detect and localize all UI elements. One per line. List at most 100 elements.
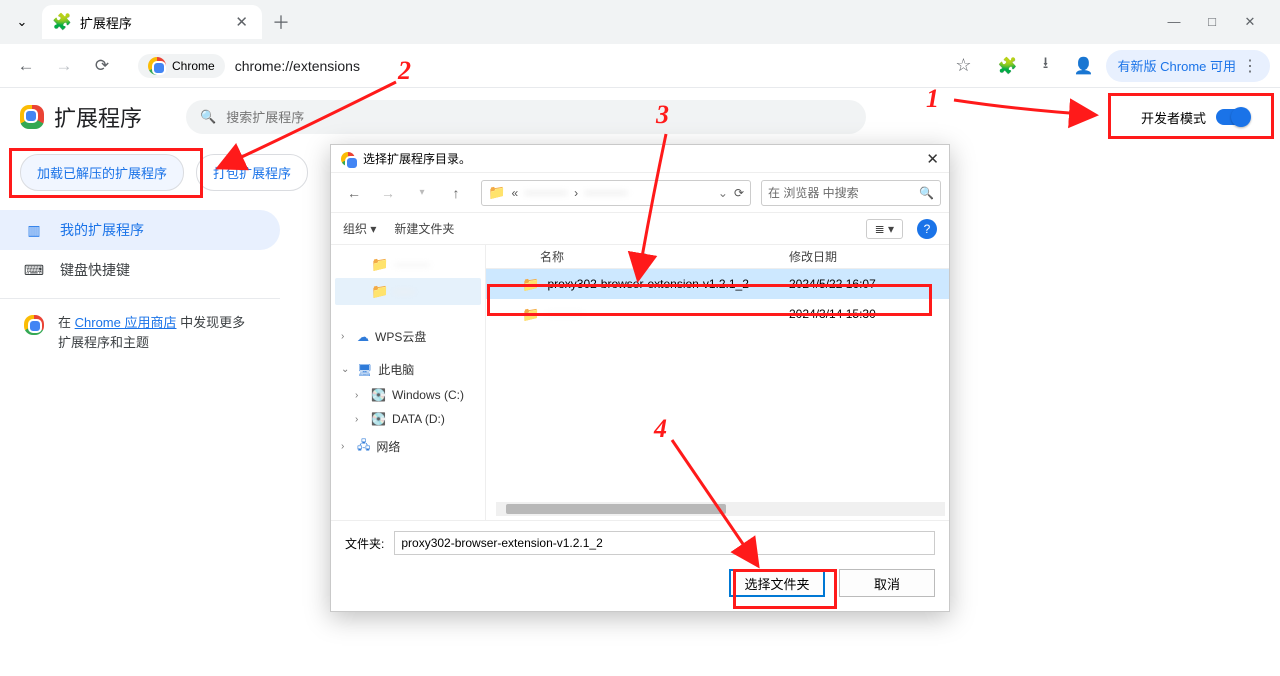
search-icon: 🔍 (200, 109, 216, 125)
new-tab-button[interactable]: ＋ (272, 9, 290, 35)
keyboard-icon: ⌨ (24, 262, 44, 279)
dialog-body: 📁 📁 ›☁WPS云盘 ⌄🖥此电脑 ›💽Windows (C:) ›💽DATA … (331, 245, 949, 520)
puzzle-icon: 🧩 (52, 12, 72, 32)
window-controls: — □ ✕ (1164, 14, 1280, 30)
folder-name-input[interactable] (394, 531, 935, 555)
dialog-footer: 文件夹: 选择文件夹 取消 (331, 520, 949, 611)
page-title: 扩展程序 (20, 101, 142, 133)
search-input[interactable] (226, 110, 852, 125)
developer-mode-toggle[interactable]: 开发者模式 (1131, 102, 1260, 133)
chrome-logo-icon (20, 105, 44, 129)
row-date: 2024/3/14 15:30 (789, 307, 949, 321)
developer-mode-label: 开发者模式 (1141, 108, 1206, 127)
url-text: chrome://extensions (235, 58, 360, 74)
dialog-toolbar: 组织 ▾ 新建文件夹 ≣ ▾ ? (331, 213, 949, 245)
maximize-button[interactable]: □ (1202, 14, 1222, 30)
dialog-title: 选择扩展程序目录。 (363, 150, 471, 167)
sidebar: ▥ 我的扩展程序 ⌨ 键盘快捷键 在 Chrome 应用商店 中发现更多扩展程序… (0, 210, 280, 352)
tree-item[interactable]: 📁 (335, 278, 481, 305)
redacted-label (394, 291, 414, 293)
view-mode-button[interactable]: ≣ ▾ (866, 219, 903, 239)
tree-item-data-d[interactable]: ›💽DATA (D:) (335, 407, 481, 431)
dialog-refresh-button[interactable]: ⟳ (734, 186, 744, 200)
list-row[interactable]: 📁 2024/3/14 15:30 (486, 299, 949, 329)
chrome-store-note: 在 Chrome 应用商店 中发现更多扩展程序和主题 (0, 313, 280, 352)
sidebar-divider (0, 298, 280, 299)
tree-item-wps[interactable]: ›☁WPS云盘 (335, 323, 481, 350)
folder-label: 文件夹: (345, 535, 384, 552)
back-button[interactable]: ← (10, 50, 42, 82)
list-header: 名称˄ 修改日期 (486, 245, 949, 269)
update-pill-label: 有新版 Chrome 可用 (1118, 56, 1236, 75)
load-unpacked-button[interactable]: 加载已解压的扩展程序 (20, 154, 184, 191)
reload-button[interactable]: ⟳ (86, 50, 118, 82)
close-tab-icon[interactable]: ✕ (231, 11, 252, 33)
new-folder-button[interactable]: 新建文件夹 (394, 220, 454, 237)
dialog-recent-dropdown[interactable]: ▾ (407, 187, 437, 198)
tree-item-windows-c[interactable]: ›💽Windows (C:) (335, 383, 481, 407)
downloads-icon[interactable]: ⭳ (1030, 50, 1062, 82)
dialog-tree: 📁 📁 ›☁WPS云盘 ⌄🖥此电脑 ›💽Windows (C:) ›💽DATA … (331, 245, 486, 520)
stack-icon: ▥ (24, 222, 44, 239)
kebab-icon[interactable]: ⋮ (1242, 56, 1258, 76)
dialog-file-list: 名称˄ 修改日期 📁proxy302-browser-extension-v1.… (486, 245, 949, 520)
sidebar-item-my-extensions[interactable]: ▥ 我的扩展程序 (0, 210, 280, 250)
col-date-header[interactable]: 修改日期 (789, 248, 949, 265)
chevron-down-icon[interactable]: ⌄ (718, 186, 728, 200)
row-name: proxy302-browser-extension-v1.2.1_2 (547, 277, 748, 291)
chrome-store-icon (24, 315, 44, 335)
toggle-switch-icon[interactable] (1216, 109, 1250, 125)
select-folder-dialog: 选择扩展程序目录。 ✕ ← → ▾ ↑ 📁 « › ⌄ ⟳ 在 浏览器 中搜索 … (330, 144, 950, 612)
redacted-label (394, 264, 430, 266)
sidebar-item-label: 键盘快捷键 (60, 260, 130, 280)
close-window-button[interactable]: ✕ (1240, 14, 1260, 30)
cancel-button[interactable]: 取消 (839, 569, 935, 597)
extensions-header: 扩展程序 🔍 开发者模式 (0, 88, 1280, 146)
browser-toolbar: ← → ⟳ Chrome chrome://extensions ☆ 🧩 ⭳ 👤… (0, 44, 1280, 88)
chrome-icon (148, 57, 166, 75)
page-title-text: 扩展程序 (54, 101, 142, 133)
dialog-close-button[interactable]: ✕ (926, 150, 939, 168)
row-date: 2024/5/22 16:07 (789, 277, 949, 291)
search-extensions[interactable]: 🔍 (186, 100, 866, 134)
address-bar[interactable]: Chrome chrome://extensions ☆ (124, 49, 986, 83)
pack-extension-button[interactable]: 打包扩展程序 (196, 154, 308, 191)
dialog-titlebar: 选择扩展程序目录。 ✕ (331, 145, 949, 173)
site-chip-label: Chrome (172, 59, 215, 73)
minimize-button[interactable]: — (1164, 14, 1184, 30)
dialog-nav: ← → ▾ ↑ 📁 « › ⌄ ⟳ 在 浏览器 中搜索 🔍 (331, 173, 949, 213)
col-name-header[interactable]: 名称 (540, 248, 564, 265)
tree-item[interactable]: 📁 (335, 251, 481, 278)
sidebar-item-shortcuts[interactable]: ⌨ 键盘快捷键 (0, 250, 280, 290)
bookmark-star-icon[interactable]: ☆ (955, 55, 971, 76)
folder-icon: 📁 (522, 306, 539, 323)
redacted-path-segment (584, 191, 628, 195)
extensions-icon[interactable]: 🧩 (992, 50, 1024, 82)
chrome-update-pill[interactable]: 有新版 Chrome 可用 ⋮ (1106, 50, 1270, 82)
list-row[interactable]: 📁proxy302-browser-extension-v1.2.1_2 202… (486, 269, 949, 299)
forward-button[interactable]: → (48, 50, 80, 82)
chrome-store-link[interactable]: Chrome 应用商店 (75, 315, 177, 330)
tree-item-network[interactable]: ›🖧网络 (335, 431, 481, 462)
dialog-up-button[interactable]: ↑ (441, 185, 471, 201)
horizontal-scrollbar[interactable] (496, 502, 945, 516)
tree-item-this-pc[interactable]: ⌄🖥此电脑 (335, 356, 481, 383)
dialog-search[interactable]: 在 浏览器 中搜索 🔍 (761, 180, 941, 206)
store-note-text: 在 Chrome 应用商店 中发现更多扩展程序和主题 (58, 313, 256, 352)
titlebar: ⌄ 🧩 扩展程序 ✕ ＋ — □ ✕ (0, 0, 1280, 44)
redacted-path-segment (524, 191, 568, 195)
dialog-search-placeholder: 在 浏览器 中搜索 (768, 184, 859, 201)
site-chip[interactable]: Chrome (138, 54, 225, 78)
select-folder-button[interactable]: 选择文件夹 (729, 569, 825, 597)
tablist-dropdown[interactable]: ⌄ (8, 8, 36, 36)
profile-avatar[interactable]: 👤 (1068, 50, 1100, 82)
chrome-icon (341, 152, 355, 166)
help-icon[interactable]: ? (917, 219, 937, 239)
browser-tab[interactable]: 🧩 扩展程序 ✕ (42, 5, 262, 39)
organize-menu[interactable]: 组织 ▾ (343, 220, 376, 237)
dialog-forward-button[interactable]: → (373, 185, 403, 201)
search-icon: 🔍 (919, 186, 934, 200)
sidebar-item-label: 我的扩展程序 (60, 220, 144, 240)
dialog-back-button[interactable]: ← (339, 185, 369, 201)
dialog-path-bar[interactable]: 📁 « › ⌄ ⟳ (481, 180, 751, 206)
